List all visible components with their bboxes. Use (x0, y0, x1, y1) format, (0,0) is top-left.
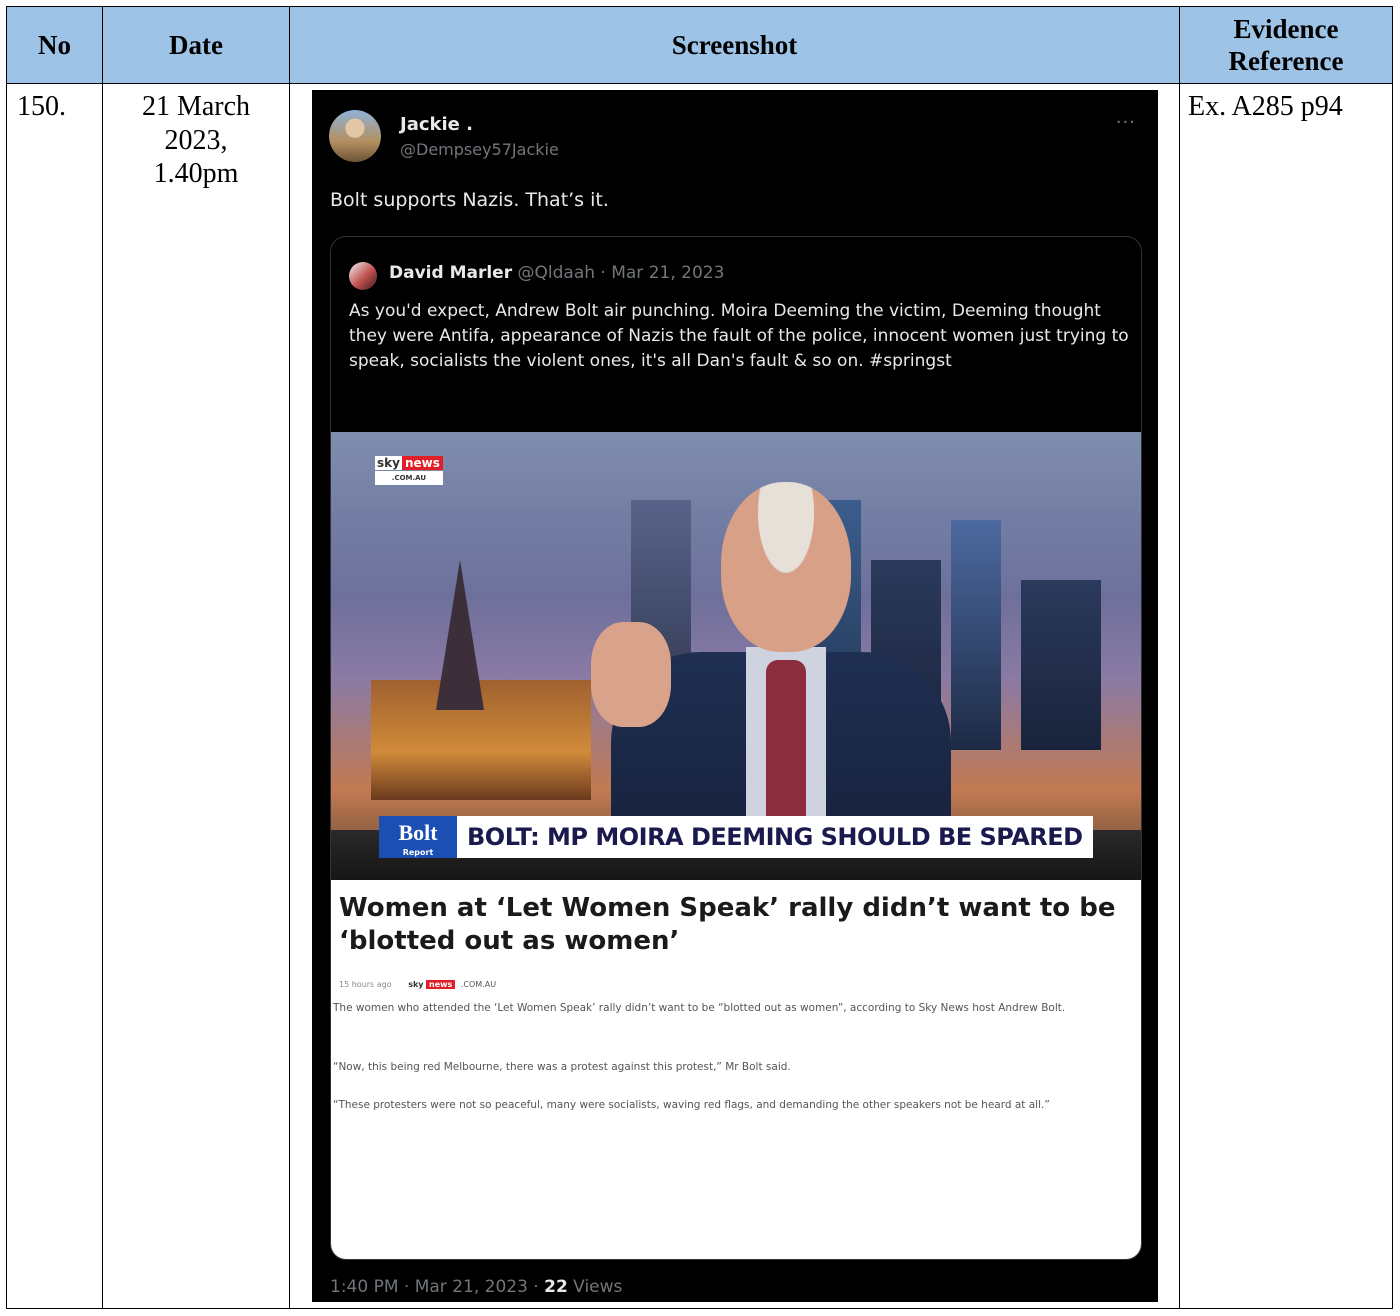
article-title: Women at ‘Let Women Speak’ rally didn’t … (339, 893, 1116, 956)
tweet-text: Bolt supports Nazis. That’s it. (330, 189, 609, 211)
quoted-meta: David Marler @Qldaah · Mar 21, 2023 (389, 263, 724, 283)
header-evidence-reference: Evidence Reference (1179, 6, 1393, 84)
comau-word: .COM.AU (375, 471, 443, 485)
evidence-row: 150. 21 March 2023, 1.40pm Jackie . @Dem… (6, 83, 1393, 1309)
quoted-author-name[interactable]: David Marler (389, 263, 512, 283)
article-preview[interactable]: Women at ‘Let Women Speak’ rally didn’t … (331, 880, 1141, 1259)
header-no: No (6, 6, 103, 84)
quoted-text: As you'd expect, Andrew Bolt air punchin… (349, 301, 1129, 371)
screenshot-cell: Jackie . @Dempsey57Jackie ··· Bolt suppo… (289, 83, 1180, 1309)
row-date: 21 March 2023, 1.40pm (102, 83, 290, 1309)
header-row: No Date Screenshot Evidence Reference (6, 6, 1393, 84)
evidence-reference: Ex. A285 p94 (1179, 83, 1393, 1309)
tweet-timestamp[interactable]: 1:40 PM · Mar 21, 2023 · 22 Views (330, 1277, 622, 1297)
report-word: Report (402, 848, 434, 857)
news-word: news (401, 456, 443, 470)
presenter-head (721, 482, 851, 652)
article-meta: 15 hours ago sky news .COM.AU (339, 980, 496, 989)
evidence-table: No Date Screenshot Evidence Reference 15… (6, 6, 1393, 1309)
header-screenshot: Screenshot (289, 6, 1180, 84)
author-handle[interactable]: @Dempsey57Jackie (400, 140, 559, 159)
tweet-screenshot: Jackie . @Dempsey57Jackie ··· Bolt suppo… (312, 90, 1158, 1302)
header-evidence-line2: Reference (1228, 46, 1344, 76)
date-line3: 1.40pm (153, 158, 239, 190)
header-date: Date (102, 6, 290, 84)
bolt-report-logo: Bolt Report (379, 816, 457, 858)
skyline-building (1021, 580, 1101, 750)
sky-news-logo: sky news .COM.AU (375, 456, 443, 485)
row-number: 150. (6, 83, 103, 1309)
cathedral-spire (436, 560, 484, 710)
quoted-tweet[interactable]: David Marler @Qldaah · Mar 21, 2023 As y… (330, 236, 1142, 1260)
article-paragraph: The women who attended the ‘Let Women Sp… (333, 1002, 1066, 1014)
article-sky-word: sky (408, 980, 424, 989)
author-name[interactable]: Jackie . (400, 114, 473, 135)
views-count: 22 (544, 1277, 568, 1297)
views-label: Views (567, 1277, 623, 1297)
article-paragraph: “Now, this being red Melbourne, there wa… (333, 1061, 791, 1073)
more-horizontal-icon[interactable]: ··· (1116, 112, 1136, 133)
sky-word: sky (375, 456, 402, 470)
quoted-handle-date: @Qldaah · Mar 21, 2023 (517, 263, 725, 283)
date-line1: 21 March (141, 91, 251, 122)
date-line2: 2023, (164, 124, 228, 156)
presenter-fist (591, 622, 671, 727)
lower-third-headline: BOLT: MP MOIRA DEEMING SHOULD BE SPARED (457, 816, 1093, 858)
article-news-word: news (426, 980, 456, 989)
bolt-word: Bolt (398, 820, 438, 845)
quoted-avatar[interactable] (349, 262, 377, 290)
lower-third: Bolt Report BOLT: MP MOIRA DEEMING SHOUL… (379, 816, 1093, 858)
article-paragraph: “These protesters were not so peaceful, … (333, 1099, 1050, 1111)
article-time: 15 hours ago (339, 980, 392, 989)
header-evidence-line1: Evidence (1233, 13, 1339, 44)
avatar[interactable] (329, 110, 381, 162)
article-comau-word: .COM.AU (460, 980, 497, 989)
video-thumbnail[interactable]: sky news .COM.AU Bolt Report BOLT: MP MOI… (331, 432, 1141, 880)
timestamp-text: 1:40 PM · Mar 21, 2023 · (330, 1277, 545, 1297)
